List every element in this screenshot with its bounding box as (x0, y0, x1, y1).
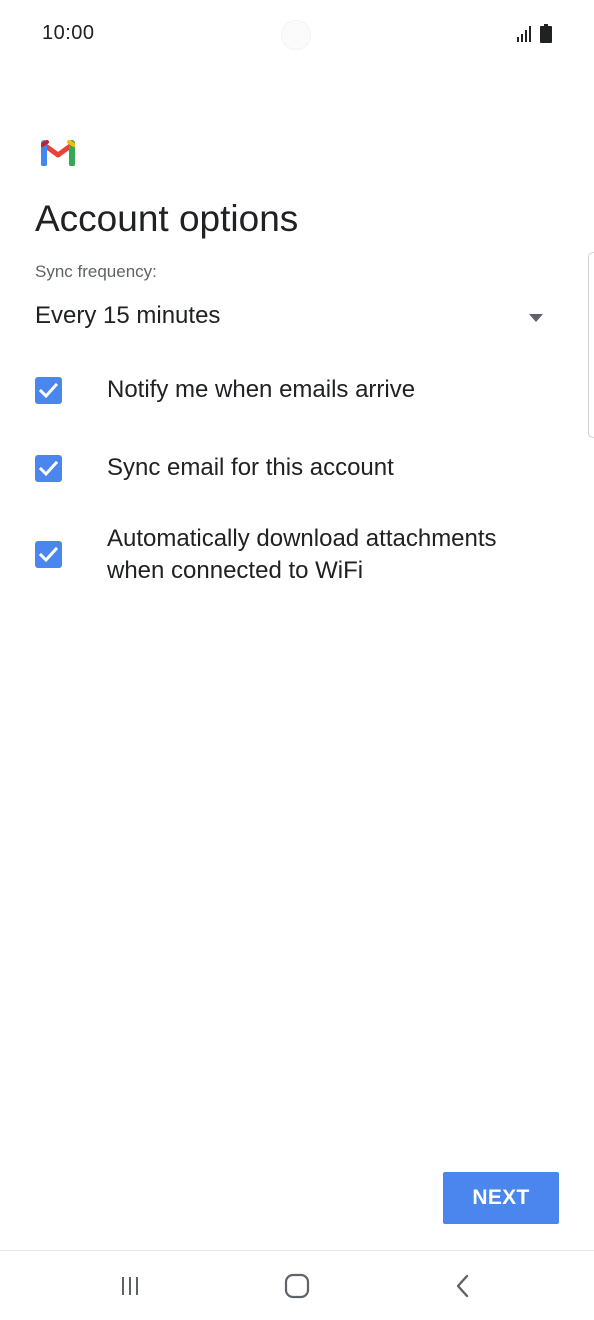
navigation-bar (0, 1251, 594, 1320)
back-icon (456, 1274, 469, 1297)
notify-label: Notify me when emails arrive (107, 376, 416, 403)
sync-frequency-value: Every 15 minutes (35, 302, 221, 329)
sync-email-label: Sync email for this account (107, 454, 394, 481)
dropdown-arrow-icon (529, 314, 543, 322)
back-button[interactable] (423, 1251, 503, 1320)
option-sync-email[interactable]: Sync email for this account (35, 452, 555, 484)
sync-email-checkbox[interactable] (35, 455, 62, 482)
notify-checkbox[interactable] (35, 377, 62, 404)
battery-icon (540, 24, 552, 43)
auto-download-label: Automatically download attachments when … (107, 525, 497, 584)
auto-download-checkbox[interactable] (35, 541, 62, 568)
option-auto-download[interactable]: Automatically download attachments when … (35, 523, 555, 587)
option-notify[interactable]: Notify me when emails arrive (35, 374, 555, 406)
status-bar: 10:00 (0, 0, 594, 70)
sync-frequency-dropdown[interactable]: Every 15 minutes (35, 300, 555, 336)
recent-apps-button[interactable] (90, 1251, 170, 1320)
gmail-logo (41, 140, 75, 166)
scroll-indicator[interactable] (588, 252, 594, 438)
next-button[interactable]: NEXT (443, 1172, 559, 1224)
check-icon (39, 546, 58, 563)
check-icon (39, 460, 58, 477)
page-title: Account options (35, 198, 299, 239)
signal-icon (517, 26, 531, 42)
home-icon (284, 1273, 310, 1298)
status-time: 10:00 (42, 22, 95, 44)
camera-cutout (281, 20, 311, 50)
sync-frequency-label: Sync frequency: (35, 262, 157, 281)
home-button[interactable] (257, 1251, 337, 1320)
recent-apps-icon (122, 1276, 138, 1295)
check-icon (39, 382, 58, 399)
